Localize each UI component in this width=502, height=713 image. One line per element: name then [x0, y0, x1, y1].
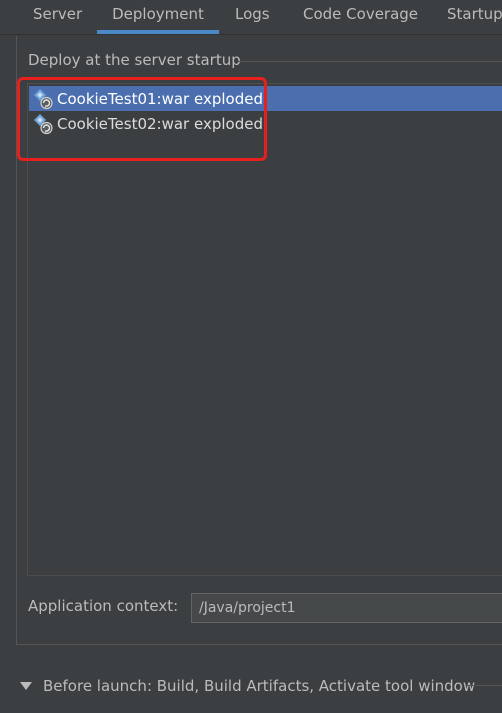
deploy-group-title: Deploy at the server startup — [28, 51, 241, 69]
tab-code-coverage[interactable]: Code Coverage — [303, 0, 418, 30]
tab-deployment[interactable]: Deployment — [97, 0, 219, 34]
artifact-item[interactable]: CookieTest02:war exploded — [29, 111, 502, 136]
before-launch-label: Before launch: Build, Build Artifacts, A… — [43, 677, 476, 695]
tab-startup[interactable]: Startup — [447, 0, 502, 30]
run-config-dialog: Server Deployment Logs Code Coverage Sta… — [0, 0, 502, 713]
application-context-label: Application context: — [28, 597, 179, 615]
artifact-item-label: CookieTest01:war exploded — [57, 89, 263, 108]
artifact-item[interactable]: CookieTest01:war exploded — [29, 86, 502, 111]
artifact-list[interactable]: CookieTest01:war exploded CookieTest02:w… — [27, 83, 502, 576]
triangle-down-icon — [20, 682, 32, 690]
artifact-war-exploded-icon — [32, 88, 54, 110]
artifact-war-exploded-icon — [32, 113, 54, 135]
tab-server[interactable]: Server — [33, 0, 82, 30]
artifact-item-label: CookieTest02:war exploded — [57, 114, 263, 133]
tab-logs[interactable]: Logs — [235, 0, 270, 30]
tab-strip: Server Deployment Logs Code Coverage Sta… — [0, 0, 502, 35]
before-launch-toggle[interactable]: Before launch: Build, Build Artifacts, A… — [20, 675, 475, 697]
group-divider — [238, 61, 502, 62]
before-launch-divider — [466, 685, 502, 686]
application-context-input[interactable] — [191, 593, 502, 623]
